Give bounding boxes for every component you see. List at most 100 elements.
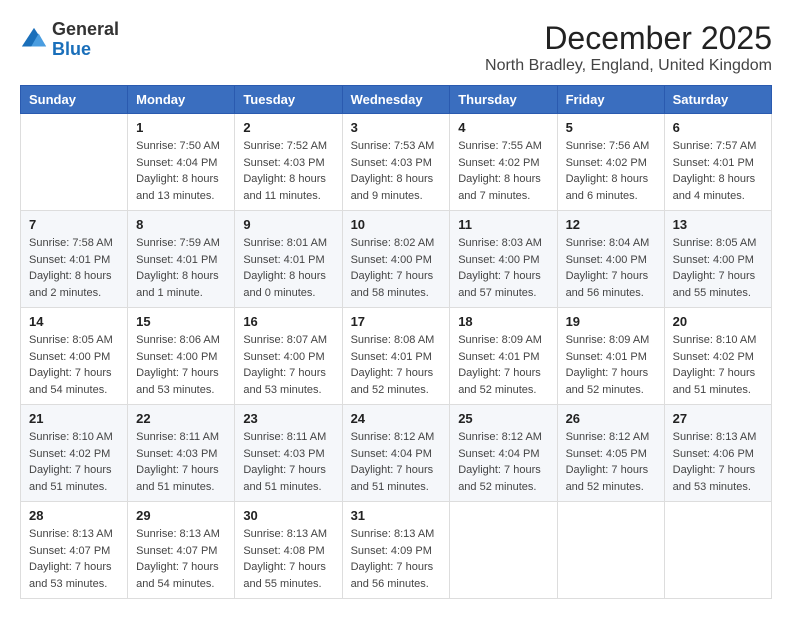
day-info: Sunrise: 8:07 AMSunset: 4:00 PMDaylight:…	[243, 332, 333, 398]
day-info: Sunrise: 8:08 AMSunset: 4:01 PMDaylight:…	[351, 332, 442, 398]
day-info: Sunrise: 8:13 AMSunset: 4:07 PMDaylight:…	[29, 526, 119, 592]
day-info: Sunrise: 8:11 AMSunset: 4:03 PMDaylight:…	[136, 429, 226, 495]
header-day-sunday: Sunday	[21, 86, 128, 114]
calendar-cell: 16 Sunrise: 8:07 AMSunset: 4:00 PMDayligh…	[235, 308, 342, 405]
day-number: 16	[243, 314, 333, 329]
day-info: Sunrise: 8:12 AMSunset: 4:04 PMDaylight:…	[351, 429, 442, 495]
day-number: 2	[243, 120, 333, 135]
calendar-cell: 9 Sunrise: 8:01 AMSunset: 4:01 PMDaylight…	[235, 211, 342, 308]
day-info: Sunrise: 8:05 AMSunset: 4:00 PMDaylight:…	[673, 235, 763, 301]
calendar-cell	[557, 502, 664, 599]
calendar-cell: 26Sunrise: 8:12 AMSunset: 4:05 PMDayligh…	[557, 405, 664, 502]
calendar-cell: 4Sunrise: 7:55 AMSunset: 4:02 PMDaylight…	[450, 114, 557, 211]
header-day-friday: Friday	[557, 86, 664, 114]
calendar-cell: 11 Sunrise: 8:03 AMSunset: 4:00 PMDayligh…	[450, 211, 557, 308]
calendar-cell: 28 Sunrise: 8:13 AMSunset: 4:07 PMDayligh…	[21, 502, 128, 599]
calendar-cell: 29 Sunrise: 8:13 AMSunset: 4:07 PMDayligh…	[128, 502, 235, 599]
calendar-cell: 17Sunrise: 8:08 AMSunset: 4:01 PMDayligh…	[342, 308, 450, 405]
logo-text: General Blue	[52, 20, 119, 60]
day-info: Sunrise: 8:01 AMSunset: 4:01 PMDaylight:…	[243, 235, 333, 301]
day-info: Sunrise: 8:10 AMSunset: 4:02 PMDaylight:…	[673, 332, 763, 398]
day-number: 12	[566, 217, 656, 232]
day-number: 9	[243, 217, 333, 232]
day-info: Sunrise: 8:13 AMSunset: 4:07 PMDaylight:…	[136, 526, 226, 592]
header-day-thursday: Thursday	[450, 86, 557, 114]
day-number: 1	[136, 120, 226, 135]
logo-general: General	[52, 19, 119, 39]
day-number: 7	[29, 217, 119, 232]
day-info: Sunrise: 8:09 AMSunset: 4:01 PMDaylight:…	[458, 332, 548, 398]
calendar-cell: 19 Sunrise: 8:09 AMSunset: 4:01 PMDayligh…	[557, 308, 664, 405]
day-number: 10	[351, 217, 442, 232]
week-row-3: 21 Sunrise: 8:10 AMSunset: 4:02 PMDayligh…	[21, 405, 772, 502]
day-number: 19	[566, 314, 656, 329]
calendar-cell: 8 Sunrise: 7:59 AMSunset: 4:01 PMDaylight…	[128, 211, 235, 308]
week-row-2: 14 Sunrise: 8:05 AMSunset: 4:00 PMDayligh…	[21, 308, 772, 405]
day-number: 24	[351, 411, 442, 426]
header-day-monday: Monday	[128, 86, 235, 114]
day-number: 14	[29, 314, 119, 329]
calendar-cell	[21, 114, 128, 211]
week-row-0: 1Sunrise: 7:50 AMSunset: 4:04 PMDaylight…	[21, 114, 772, 211]
day-info: Sunrise: 7:52 AMSunset: 4:03 PMDaylight:…	[243, 138, 333, 204]
calendar-cell: 20Sunrise: 8:10 AMSunset: 4:02 PMDayligh…	[664, 308, 771, 405]
calendar-cell: 14 Sunrise: 8:05 AMSunset: 4:00 PMDayligh…	[21, 308, 128, 405]
day-number: 23	[243, 411, 333, 426]
calendar-cell: 24 Sunrise: 8:12 AMSunset: 4:04 PMDayligh…	[342, 405, 450, 502]
calendar-table: SundayMondayTuesdayWednesdayThursdayFrid…	[20, 85, 772, 599]
calendar-cell: 2 Sunrise: 7:52 AMSunset: 4:03 PMDaylight…	[235, 114, 342, 211]
day-info: Sunrise: 8:13 AMSunset: 4:09 PMDaylight:…	[351, 526, 442, 592]
day-info: Sunrise: 8:10 AMSunset: 4:02 PMDaylight:…	[29, 429, 119, 495]
day-info: Sunrise: 7:53 AMSunset: 4:03 PMDaylight:…	[351, 138, 442, 204]
calendar-cell: 23 Sunrise: 8:11 AMSunset: 4:03 PMDayligh…	[235, 405, 342, 502]
logo-blue: Blue	[52, 39, 91, 59]
day-number: 21	[29, 411, 119, 426]
day-number: 3	[351, 120, 442, 135]
calendar-cell: 15Sunrise: 8:06 AMSunset: 4:00 PMDayligh…	[128, 308, 235, 405]
month-title: December 2025	[485, 20, 772, 57]
day-info: Sunrise: 8:13 AMSunset: 4:08 PMDaylight:…	[243, 526, 333, 592]
calendar-cell: 18Sunrise: 8:09 AMSunset: 4:01 PMDayligh…	[450, 308, 557, 405]
day-info: Sunrise: 8:04 AMSunset: 4:00 PMDaylight:…	[566, 235, 656, 301]
calendar-body: 1Sunrise: 7:50 AMSunset: 4:04 PMDaylight…	[21, 114, 772, 599]
day-number: 11	[458, 217, 548, 232]
day-info: Sunrise: 7:58 AMSunset: 4:01 PMDaylight:…	[29, 235, 119, 301]
calendar-cell: 7 Sunrise: 7:58 AMSunset: 4:01 PMDaylight…	[21, 211, 128, 308]
calendar-cell	[664, 502, 771, 599]
calendar-cell: 22 Sunrise: 8:11 AMSunset: 4:03 PMDayligh…	[128, 405, 235, 502]
calendar-cell: 25Sunrise: 8:12 AMSunset: 4:04 PMDayligh…	[450, 405, 557, 502]
day-info: Sunrise: 7:59 AMSunset: 4:01 PMDaylight:…	[136, 235, 226, 301]
week-row-1: 7 Sunrise: 7:58 AMSunset: 4:01 PMDaylight…	[21, 211, 772, 308]
day-info: Sunrise: 8:13 AMSunset: 4:06 PMDaylight:…	[673, 429, 763, 495]
day-info: Sunrise: 8:05 AMSunset: 4:00 PMDaylight:…	[29, 332, 119, 398]
calendar-cell	[450, 502, 557, 599]
day-info: Sunrise: 8:09 AMSunset: 4:01 PMDaylight:…	[566, 332, 656, 398]
day-number: 27	[673, 411, 763, 426]
day-number: 8	[136, 217, 226, 232]
day-info: Sunrise: 7:56 AMSunset: 4:02 PMDaylight:…	[566, 138, 656, 204]
day-number: 25	[458, 411, 548, 426]
day-info: Sunrise: 8:03 AMSunset: 4:00 PMDaylight:…	[458, 235, 548, 301]
day-info: Sunrise: 8:06 AMSunset: 4:00 PMDaylight:…	[136, 332, 226, 398]
header-day-tuesday: Tuesday	[235, 86, 342, 114]
calendar-cell: 6Sunrise: 7:57 AMSunset: 4:01 PMDaylight…	[664, 114, 771, 211]
calendar-cell: 27 Sunrise: 8:13 AMSunset: 4:06 PMDayligh…	[664, 405, 771, 502]
header-row: SundayMondayTuesdayWednesdayThursdayFrid…	[21, 86, 772, 114]
calendar-cell: 3 Sunrise: 7:53 AMSunset: 4:03 PMDaylight…	[342, 114, 450, 211]
day-info: Sunrise: 8:12 AMSunset: 4:05 PMDaylight:…	[566, 429, 656, 495]
location-title: North Bradley, England, United Kingdom	[485, 57, 772, 75]
day-number: 31	[351, 508, 442, 523]
week-row-4: 28 Sunrise: 8:13 AMSunset: 4:07 PMDayligh…	[21, 502, 772, 599]
title-block: December 2025 North Bradley, England, Un…	[485, 20, 772, 75]
calendar-cell: 31 Sunrise: 8:13 AMSunset: 4:09 PMDayligh…	[342, 502, 450, 599]
day-info: Sunrise: 7:55 AMSunset: 4:02 PMDaylight:…	[458, 138, 548, 204]
calendar-header: SundayMondayTuesdayWednesdayThursdayFrid…	[21, 86, 772, 114]
day-number: 28	[29, 508, 119, 523]
calendar-cell: 12 Sunrise: 8:04 AMSunset: 4:00 PMDayligh…	[557, 211, 664, 308]
day-number: 22	[136, 411, 226, 426]
calendar-cell: 21 Sunrise: 8:10 AMSunset: 4:02 PMDayligh…	[21, 405, 128, 502]
day-number: 29	[136, 508, 226, 523]
calendar-cell: 10Sunrise: 8:02 AMSunset: 4:00 PMDayligh…	[342, 211, 450, 308]
page-header: General Blue December 2025 North Bradley…	[20, 20, 772, 75]
day-info: Sunrise: 8:11 AMSunset: 4:03 PMDaylight:…	[243, 429, 333, 495]
